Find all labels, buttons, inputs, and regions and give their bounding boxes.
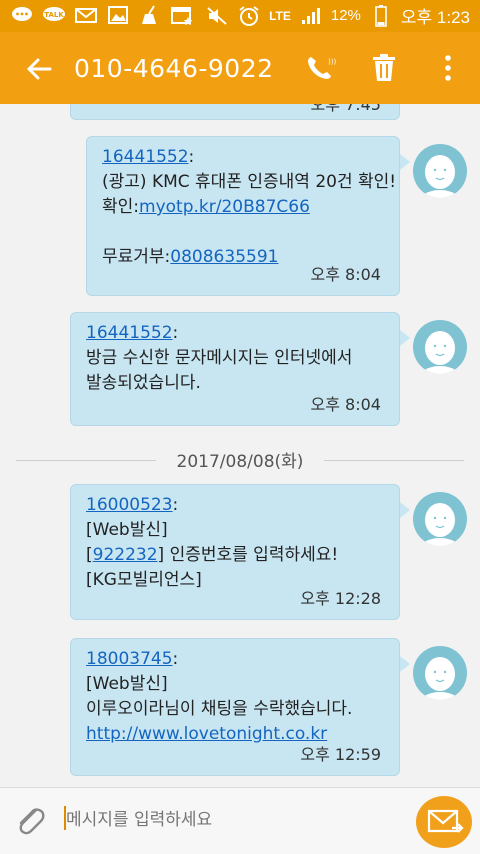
date-label: 2017/08/08(화): [168, 452, 312, 472]
optout-prefix: 무료거부:: [102, 247, 171, 267]
bubble-tail: [400, 656, 410, 672]
message-text: ] 인증번호를 입력하세요!: [157, 545, 339, 565]
system-status: LTE 12% 오후 1:23: [205, 3, 470, 28]
app-header: 010-4646-9022 ))): [0, 32, 480, 104]
message-input[interactable]: [62, 802, 396, 838]
message-text: 이루오이라님이 채팅을 수락했습니다.: [86, 699, 353, 719]
sender-colon: :: [172, 649, 179, 669]
alarm-icon: [237, 5, 261, 27]
network-type: LTE: [269, 8, 291, 23]
message-time: 오후 8:04: [310, 395, 381, 414]
message-time: 오후 12:59: [300, 745, 381, 764]
chat-bubbles-icon: [10, 4, 34, 26]
message-bubble-partial[interactable]: 오후 7:45: [70, 104, 400, 120]
delete-icon[interactable]: [366, 50, 402, 86]
attach-icon[interactable]: [12, 802, 48, 840]
broom-icon: [138, 4, 162, 26]
message-text: [Web발신]: [86, 674, 168, 694]
message-link[interactable]: http://www.lovetonight.co.kr: [86, 724, 327, 744]
message-time: 오후 8:04: [310, 265, 381, 284]
bubble-tail: [400, 154, 410, 170]
notification-icons: TALK: [10, 4, 194, 26]
verification-code-link[interactable]: 922232: [93, 545, 158, 565]
clock: 오후 1:23: [400, 8, 470, 27]
contact-avatar[interactable]: [413, 492, 467, 546]
link-prefix: 확인:: [102, 197, 140, 217]
message-bubble[interactable]: 16000523: [Web발신] [922232] 인증번호를 입력하세요! …: [70, 484, 400, 620]
sender-link[interactable]: 18003745: [86, 649, 173, 669]
bracket-open: [: [86, 545, 93, 565]
send-mail-icon: [427, 809, 464, 833]
more-icon[interactable]: [430, 50, 466, 86]
contact-avatar[interactable]: [413, 646, 467, 700]
contact-avatar[interactable]: [413, 144, 467, 198]
status-bar: TALK LTE 12% 오후 1:23: [0, 0, 480, 32]
sender-colon: :: [188, 147, 195, 167]
sender-link[interactable]: 16000523: [86, 495, 173, 515]
sender-link[interactable]: 16441552: [86, 323, 173, 343]
conversation-list[interactable]: 오후 7:45 16441552: (광고) KMC 휴대폰 인증내역 20건 …: [0, 104, 480, 787]
text-cursor: [64, 806, 66, 830]
message-bubble[interactable]: 16441552: 방금 수신한 문자메시지는 인터넷에서 발송되었습니다. 오…: [70, 312, 400, 426]
message-time: 오후 7:45: [310, 104, 381, 114]
bubble-tail: [400, 502, 410, 518]
send-button[interactable]: [416, 796, 472, 848]
message-text: [Web발신]: [86, 520, 168, 540]
message-time: 오후 12:28: [300, 589, 381, 608]
call-icon[interactable]: ))): [302, 50, 338, 86]
svg-text:))): ))): [328, 58, 336, 66]
talk-icon: TALK: [42, 4, 66, 26]
image-icon: [106, 4, 130, 26]
battery-percent: 12%: [330, 7, 361, 24]
message-text: (광고) KMC 휴대폰 인증내역 20건 확인!: [102, 172, 397, 192]
signal-icon: [299, 5, 323, 27]
optout-number-link[interactable]: 0808635591: [170, 247, 278, 267]
battery-icon: [369, 4, 393, 27]
message-bubble[interactable]: 16441552: (광고) KMC 휴대폰 인증내역 20건 확인! 확인:m…: [86, 136, 400, 296]
message-link[interactable]: myotp.kr/20B87C66: [139, 197, 310, 217]
mail-icon: [74, 4, 98, 26]
message-text: 방금 수신한 문자메시지는 인터넷에서: [86, 348, 353, 368]
bubble-tail: [400, 330, 410, 346]
sender-colon: :: [172, 323, 179, 343]
svg-text:TALK: TALK: [44, 11, 64, 19]
date-separator: 2017/08/08(화): [16, 447, 464, 473]
mute-icon: [205, 5, 229, 27]
compose-bar: [0, 787, 480, 854]
conversation-title: 010-4646-9022: [74, 54, 274, 83]
sender-link[interactable]: 16441552: [102, 147, 189, 167]
calendar-icon: [170, 4, 194, 26]
sender-colon: :: [172, 495, 179, 515]
back-arrow-icon[interactable]: [22, 52, 56, 86]
message-bubble[interactable]: 18003745: [Web발신] 이루오이라님이 채팅을 수락했습니다. ht…: [70, 638, 400, 776]
contact-avatar[interactable]: [413, 320, 467, 374]
